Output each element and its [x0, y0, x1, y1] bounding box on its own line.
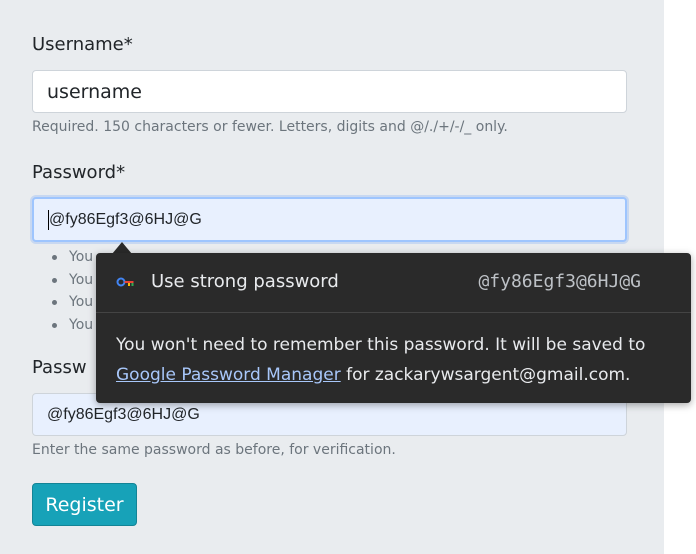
- username-value: username: [47, 80, 142, 103]
- password-input[interactable]: @fy86Egf3@6HJ@G: [32, 197, 627, 242]
- google-password-manager-link[interactable]: Google Password Manager: [116, 365, 341, 385]
- strong-password-popup: Use strong password @fy86Egf3@6HJ@G You …: [96, 253, 691, 403]
- password-rule-item: You: [52, 291, 93, 314]
- use-strong-password-option[interactable]: Use strong password @fy86Egf3@6HJ@G: [96, 253, 691, 313]
- popup-description: You won't need to remember this password…: [116, 330, 676, 390]
- password-confirmation-label: Passw: [32, 357, 87, 378]
- popup-account-text: for zackarywsargent@gmail.com.: [340, 365, 631, 385]
- popup-description-text: You won't need to remember this password…: [116, 335, 646, 355]
- suggested-password: @fy86Egf3@6HJ@G: [478, 271, 641, 292]
- password-label: Password*: [32, 162, 126, 183]
- username-label: Username*: [32, 34, 133, 55]
- register-button[interactable]: Register: [32, 483, 137, 526]
- use-strong-password-title: Use strong password: [151, 271, 339, 292]
- password-confirmation-value: @fy86Egf3@6HJ@G: [47, 405, 200, 423]
- key-icon: [116, 277, 134, 287]
- password-confirmation-help-text: Enter the same password as before, for v…: [32, 442, 396, 458]
- password-rule-item: You: [52, 314, 93, 337]
- username-help-text: Required. 150 characters or fewer. Lette…: [32, 119, 508, 135]
- password-value: @fy86Egf3@6HJ@G: [49, 210, 202, 228]
- password-rule-item: You: [52, 246, 93, 269]
- password-rule-item: You: [52, 269, 93, 292]
- password-rules-list: You You You You: [52, 246, 93, 336]
- username-input[interactable]: username: [32, 70, 627, 113]
